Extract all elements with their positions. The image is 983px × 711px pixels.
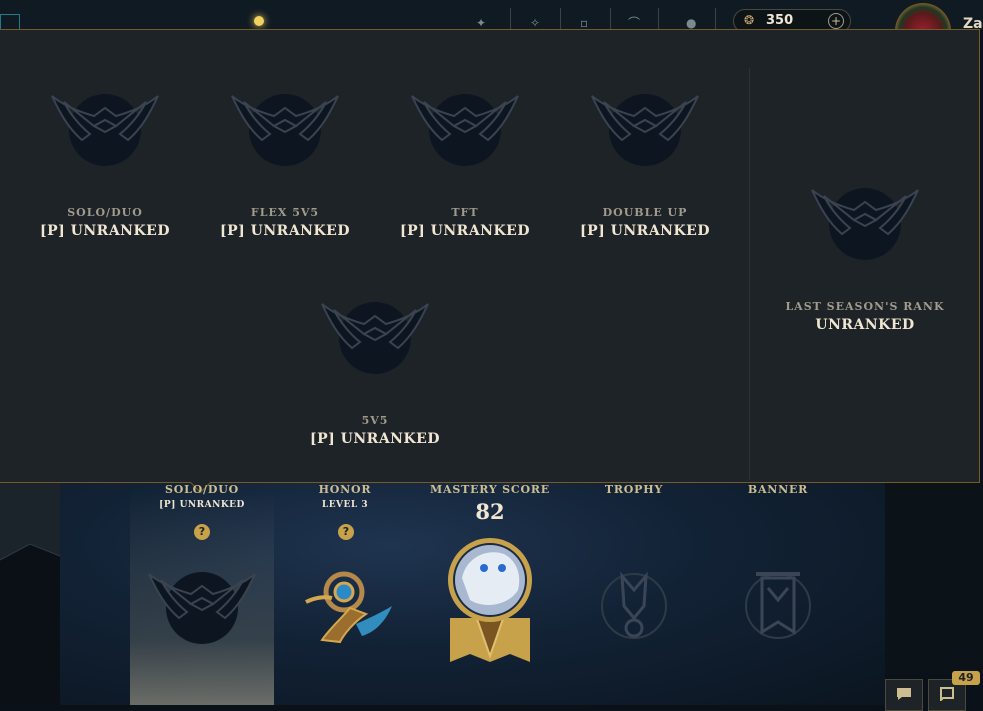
profile-nav-icon[interactable]: ● (686, 17, 700, 29)
trophy-label: TROPHY (604, 483, 664, 496)
rank-queue-label: 5V5 (361, 414, 389, 427)
rank-queue-label: FLEX 5V5 (250, 206, 320, 219)
nav-separator (560, 8, 561, 30)
notification-dot-icon (254, 16, 264, 26)
nav-separator (658, 8, 659, 30)
rank-value: [P] UNRANKED (40, 223, 170, 239)
rank-value: [P] UNRANKED (580, 223, 710, 239)
trophy-icon[interactable] (598, 566, 670, 646)
rank-value: [P] UNRANKED (220, 223, 350, 239)
solo-duo-emblem-icon[interactable] (147, 566, 257, 646)
rp-coin-icon: ❂ (744, 13, 755, 27)
rank-card-double-up[interactable]: DOUBLE UP [P] UNRANKED (555, 88, 735, 239)
banner-label: BANNER (747, 483, 809, 496)
rank-card-5v5[interactable]: 5V5 [P] UNRANKED (285, 296, 465, 447)
chat-button[interactable] (885, 679, 923, 711)
banner-icon[interactable] (742, 566, 814, 646)
rank-value: [P] UNRANKED (400, 223, 530, 239)
loot-icon[interactable]: ▫ (580, 17, 594, 29)
nav-separator (510, 8, 511, 30)
left-decoration (0, 482, 60, 561)
store-icon[interactable]: ✦ (476, 17, 490, 29)
solo-duo-help-icon[interactable]: ? (194, 524, 210, 540)
rank-card-tft[interactable]: TFT [P] UNRANKED (375, 88, 555, 239)
honor-emblem-icon[interactable] (300, 562, 396, 658)
last-season-label: LAST SEASON'S RANK (785, 300, 945, 313)
mastery-score-value: 82 (475, 499, 505, 524)
mastery-champion-icon[interactable] (446, 538, 534, 664)
rank-card-flex[interactable]: FLEX 5V5 [P] UNRANKED (195, 88, 375, 239)
panel-divider (749, 68, 750, 480)
currency-value: 350 (766, 13, 794, 28)
chat-icon (897, 688, 911, 700)
nav-separator (715, 8, 716, 30)
last-season-value: UNRANKED (815, 317, 915, 333)
collection-icon[interactable]: ✧ (530, 17, 544, 29)
honor-value: LEVEL 3 (321, 500, 369, 510)
unranked-emblem-icon (590, 88, 700, 168)
background-right-edge (885, 482, 983, 672)
unranked-emblem-icon (230, 88, 340, 168)
unranked-emblem-icon (810, 182, 920, 262)
rank-queue-label: TFT (451, 206, 479, 219)
top-bar: ✦ ✧ ▫ ⌒ ● ❂ 350 + Za (0, 0, 983, 59)
honor-help-icon[interactable]: ? (338, 524, 354, 540)
last-season-rank: LAST SEASON'S RANK UNRANKED (775, 182, 955, 333)
unranked-emblem-icon (320, 296, 430, 376)
rank-queue-label: DOUBLE UP (602, 206, 688, 219)
mastery-score-label: MASTERY SCORE (430, 483, 550, 496)
honor-label: HONOR (318, 483, 372, 496)
add-currency-button[interactable]: + (828, 13, 844, 29)
scroll-icon (940, 687, 954, 701)
unranked-emblem-icon (50, 88, 160, 168)
ranked-popup: SOLO/DUO [P] UNRANKED FLEX 5V5 [P] UNRAN… (0, 29, 980, 483)
nav-separator (610, 8, 611, 30)
rank-queue-label: SOLO/DUO (67, 206, 143, 219)
rank-card-solo-duo[interactable]: SOLO/DUO [P] UNRANKED (15, 88, 195, 239)
unranked-emblem-icon (410, 88, 520, 168)
notification-count-badge: 49 (952, 671, 980, 685)
solo-duo-label: SOLO/DUO (165, 483, 239, 496)
solo-duo-value: [P] UNRANKED (159, 500, 245, 510)
rank-value: [P] UNRANKED (310, 431, 440, 447)
tft-icon[interactable]: ⌒ (628, 17, 642, 29)
